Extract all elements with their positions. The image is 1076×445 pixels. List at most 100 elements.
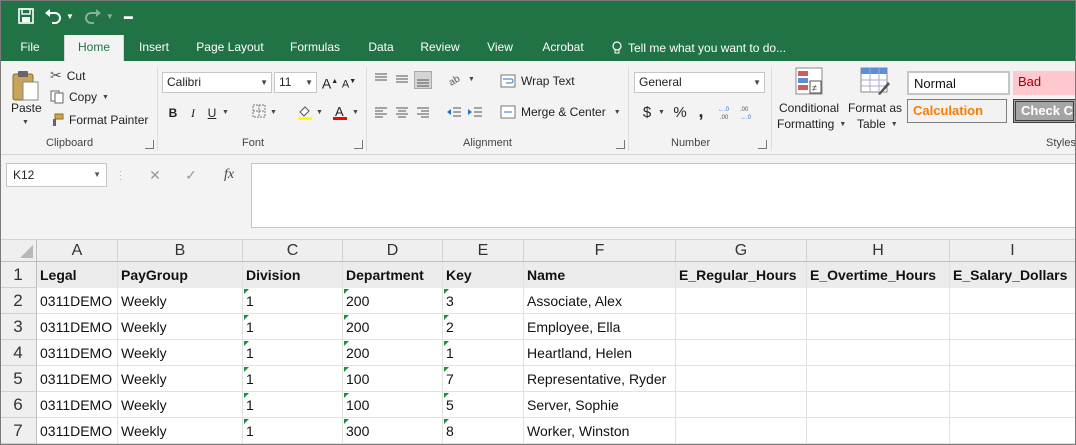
cell-c3[interactable]: 1 xyxy=(243,314,343,340)
enter-edit-button[interactable]: ✓ xyxy=(176,163,206,187)
cell-h4[interactable] xyxy=(807,340,950,366)
column-header-d[interactable]: D xyxy=(343,240,443,262)
cut-button[interactable]: ✂ Cut xyxy=(50,67,85,84)
align-center-button[interactable] xyxy=(393,104,411,122)
cell-a4[interactable]: 0311DEMO xyxy=(37,340,118,366)
redo-icon[interactable] xyxy=(84,6,102,26)
borders-dropdown-icon[interactable]: ▼ xyxy=(270,109,277,116)
tab-acrobat[interactable]: Acrobat xyxy=(535,35,591,61)
paste-icon[interactable] xyxy=(10,67,42,103)
tab-review[interactable]: Review xyxy=(415,35,465,61)
tab-home[interactable]: Home xyxy=(64,35,124,62)
cell-i3[interactable] xyxy=(950,314,1076,340)
cell-h7[interactable] xyxy=(807,418,950,444)
cell-e5[interactable]: 7 xyxy=(443,366,524,392)
number-format-combo[interactable]: General ▼ xyxy=(634,72,765,93)
select-all-button[interactable] xyxy=(0,240,37,262)
orientation-dropdown-icon[interactable]: ▼ xyxy=(468,76,475,83)
cell-i2[interactable] xyxy=(950,288,1076,314)
cell-i7[interactable] xyxy=(950,418,1076,444)
paste-dropdown-icon[interactable]: ▼ xyxy=(22,119,29,126)
cell-f2[interactable]: Associate, Alex xyxy=(524,288,676,314)
underline-dropdown-icon[interactable]: ▼ xyxy=(222,109,229,116)
cell-f5[interactable]: Representative, Ryder xyxy=(524,366,676,392)
tab-view[interactable]: View xyxy=(480,35,520,61)
cell-e2[interactable]: 3 xyxy=(443,288,524,314)
align-left-button[interactable] xyxy=(372,104,390,122)
cell-f1[interactable]: Name xyxy=(524,262,676,288)
align-middle-button[interactable] xyxy=(393,71,411,89)
font-color-button[interactable]: A xyxy=(331,104,349,122)
borders-button[interactable] xyxy=(250,104,268,122)
number-launcher-icon[interactable] xyxy=(758,140,767,149)
cell-c2[interactable]: 1 xyxy=(243,288,343,314)
cell-h2[interactable] xyxy=(807,288,950,314)
redo-dropdown-icon[interactable]: ▼ xyxy=(106,6,114,26)
conditional-formatting-icon[interactable]: ≠ xyxy=(795,67,823,95)
format-as-table-icon[interactable] xyxy=(860,67,890,95)
cell-i6[interactable] xyxy=(950,392,1076,418)
paste-button[interactable]: Paste xyxy=(11,101,42,115)
style-check-cell[interactable]: Check Ce xyxy=(1013,99,1076,123)
cell-a5[interactable]: 0311DEMO xyxy=(37,366,118,392)
cell-b6[interactable]: Weekly xyxy=(118,392,243,418)
cell-d5[interactable]: 100 xyxy=(343,366,443,392)
cell-g6[interactable] xyxy=(676,392,807,418)
cell-a7[interactable]: 0311DEMO xyxy=(37,418,118,444)
cell-g1[interactable]: E_Regular_Hours xyxy=(676,262,807,288)
tab-insert[interactable]: Insert xyxy=(132,35,176,61)
copy-dropdown-icon[interactable]: ▼ xyxy=(102,94,109,101)
cell-b5[interactable]: Weekly xyxy=(118,366,243,392)
currency-dropdown-icon[interactable]: ▼ xyxy=(658,109,665,116)
column-header-i[interactable]: I xyxy=(950,240,1076,262)
cell-c5[interactable]: 1 xyxy=(243,366,343,392)
format-painter-button[interactable]: Format Painter xyxy=(50,113,148,127)
cell-c4[interactable]: 1 xyxy=(243,340,343,366)
tab-formulas[interactable]: Formulas xyxy=(284,35,346,61)
fill-color-dropdown-icon[interactable]: ▼ xyxy=(316,109,323,116)
cell-f6[interactable]: Server, Sophie xyxy=(524,392,676,418)
cell-g3[interactable] xyxy=(676,314,807,340)
tab-page-layout[interactable]: Page Layout xyxy=(190,35,270,61)
underline-button[interactable]: U xyxy=(203,104,221,122)
undo-dropdown-icon[interactable]: ▼ xyxy=(66,6,74,26)
cell-h3[interactable] xyxy=(807,314,950,340)
decrease-font-size-button[interactable]: A▼ xyxy=(340,73,358,91)
cell-b3[interactable]: Weekly xyxy=(118,314,243,340)
style-calculation[interactable]: Calculation xyxy=(907,99,1007,123)
wrap-text-button[interactable]: Wrap Text xyxy=(500,74,575,88)
column-header-f[interactable]: F xyxy=(524,240,676,262)
save-icon[interactable] xyxy=(18,6,34,26)
column-header-b[interactable]: B xyxy=(118,240,243,262)
column-header-c[interactable]: C xyxy=(243,240,343,262)
merge-center-dropdown-icon[interactable]: ▼ xyxy=(614,109,621,116)
comma-style-button[interactable]: , xyxy=(692,102,710,120)
increase-indent-button[interactable] xyxy=(466,104,484,122)
column-header-a[interactable]: A xyxy=(37,240,118,262)
cell-h1[interactable]: E_Overtime_Hours xyxy=(807,262,950,288)
style-normal[interactable]: Normal xyxy=(907,71,1010,95)
conditional-formatting-label-2[interactable]: Formatting ▼ xyxy=(777,117,846,131)
alignment-launcher-icon[interactable] xyxy=(616,140,625,149)
font-color-dropdown-icon[interactable]: ▼ xyxy=(352,109,359,116)
clipboard-launcher-icon[interactable] xyxy=(145,140,154,149)
format-as-table-label-2[interactable]: Table ▼ xyxy=(857,117,898,131)
align-bottom-button[interactable] xyxy=(414,71,432,89)
cell-c1[interactable]: Division xyxy=(243,262,343,288)
cell-b1[interactable]: PayGroup xyxy=(118,262,243,288)
font-launcher-icon[interactable] xyxy=(354,140,363,149)
cell-f3[interactable]: Employee, Ella xyxy=(524,314,676,340)
cell-e4[interactable]: 1 xyxy=(443,340,524,366)
row-header-5[interactable]: 5 xyxy=(0,366,37,392)
cell-c6[interactable]: 1 xyxy=(243,392,343,418)
tell-me-box[interactable]: Tell me what you want to do... xyxy=(612,35,786,61)
decrease-decimal-button[interactable]: .00 →.0 xyxy=(740,104,758,122)
column-header-h[interactable]: H xyxy=(807,240,950,262)
cell-b7[interactable]: Weekly xyxy=(118,418,243,444)
cell-i5[interactable] xyxy=(950,366,1076,392)
fill-color-button[interactable] xyxy=(296,104,314,122)
cell-f4[interactable]: Heartland, Helen xyxy=(524,340,676,366)
increase-font-size-button[interactable]: A▲ xyxy=(321,73,339,92)
increase-decimal-button[interactable]: ←.0.00 xyxy=(718,104,736,122)
cell-d1[interactable]: Department xyxy=(343,262,443,288)
